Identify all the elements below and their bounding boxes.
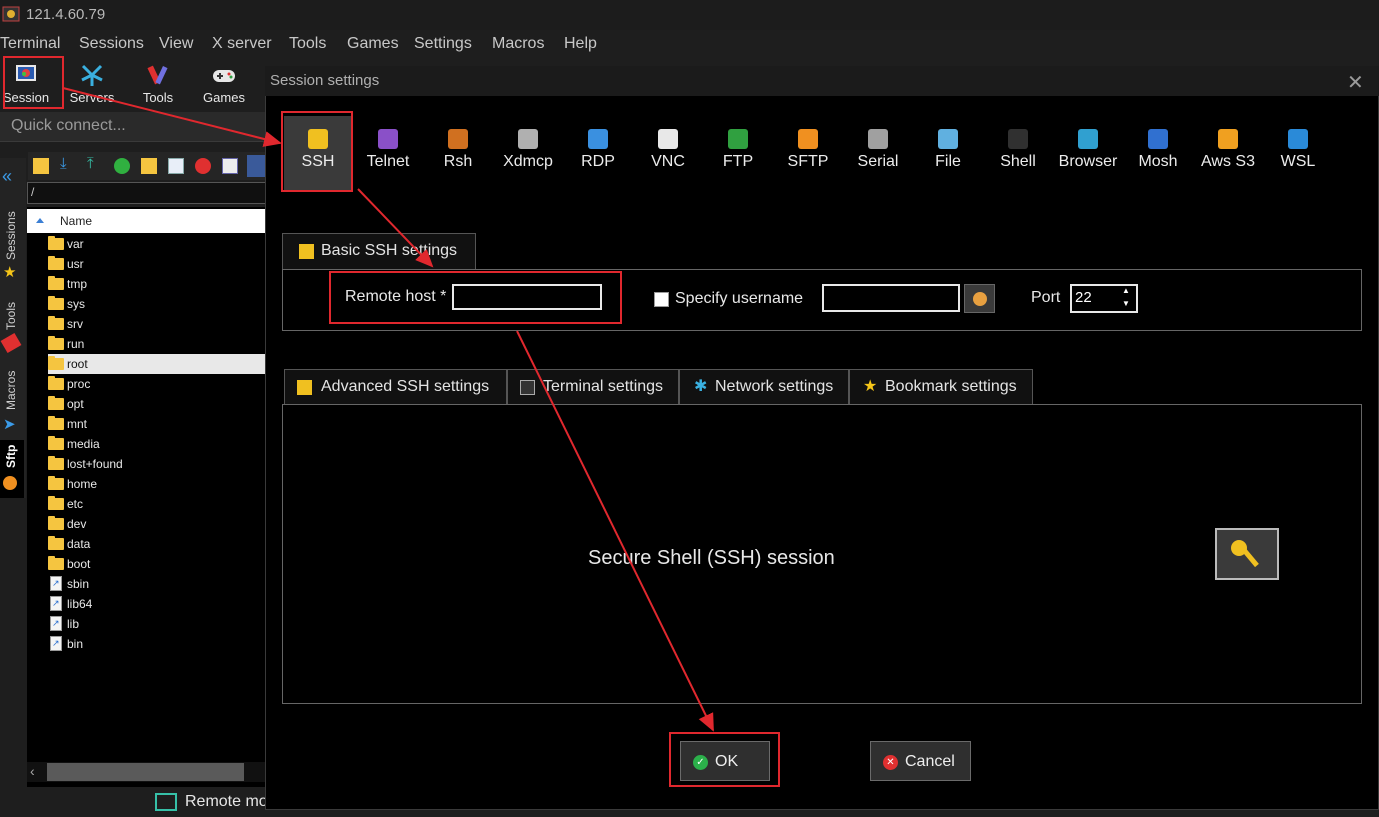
arrow-host-to-ok [516, 330, 714, 732]
arrow-session-to-ssh [62, 87, 282, 147]
annotation-arrows [62, 87, 714, 732]
arrow-ssh-to-host [357, 188, 434, 268]
